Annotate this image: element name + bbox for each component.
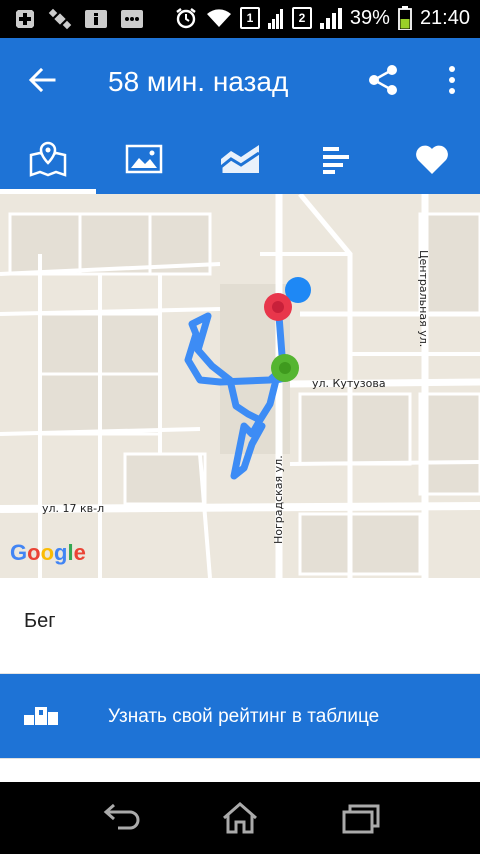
app-bar: 58 мин. назад [0,38,480,124]
status-bar: 1 2 39% 21:40 [0,0,480,38]
bar-list-icon [323,147,349,174]
start-marker [271,354,299,382]
map-canvas [0,194,480,578]
more-vert-icon[interactable] [446,62,458,98]
activity-type-row[interactable]: Бег [0,578,480,674]
add-box-icon [16,10,34,28]
logo-letter: e [73,540,86,565]
rating-banner-label: Узнать свой рейтинг в таблице [108,706,380,727]
back-icon[interactable] [98,798,142,838]
google-logo: Google [10,540,86,566]
battery-percent: 39% [349,6,390,29]
tab-map[interactable] [0,124,96,194]
tab-splits[interactable] [288,124,384,194]
page-title: 58 мин. назад [108,66,289,97]
content-area [0,758,480,782]
logo-letter: o [40,540,55,565]
podium-icon [24,707,58,725]
activity-type-label: Бег [24,610,56,632]
recent-apps-icon[interactable] [338,798,382,838]
arrow-back-icon[interactable] [24,62,60,98]
battery-icon [398,6,412,30]
tab-stats[interactable] [192,124,288,194]
sim2-badge: 2 [291,7,312,29]
signal-icon [319,8,342,29]
next-card [0,758,480,782]
route-map[interactable]: ул. Кутузова Ноградская ул. Центральная … [0,194,480,578]
tab-likes[interactable] [384,124,480,194]
sim1-badge: 1 [239,7,260,29]
rating-banner[interactable]: Узнать свой рейтинг в таблице [0,674,480,758]
end-marker [264,293,292,321]
clock: 21:40 [419,6,470,29]
street-label-kutuzova: ул. Кутузова [312,377,386,390]
logo-letter: g [54,540,68,565]
tab-photos[interactable] [96,124,192,194]
share-icon[interactable] [366,62,402,98]
info-icon [85,10,107,28]
photo-icon [125,144,163,174]
street-label-nogradskaya: Ноградская ул. [272,455,285,544]
map-pin-icon [29,141,67,177]
trend-chart-icon [219,145,260,173]
message-icon [121,10,143,28]
heart-icon [416,145,448,174]
satellite-icon [48,8,72,30]
system-nav-bar [0,782,480,854]
signal-icon [267,9,283,29]
alarm-icon [176,8,196,29]
wifi-icon [206,9,231,27]
logo-letter: G [10,540,28,565]
tab-bar [0,124,480,194]
street-label-kv17: ул. 17 кв-л [42,502,105,515]
home-icon[interactable] [218,798,262,838]
logo-letter: o [27,540,41,565]
street-label-centralnaya: Центральная ул. [417,250,430,348]
